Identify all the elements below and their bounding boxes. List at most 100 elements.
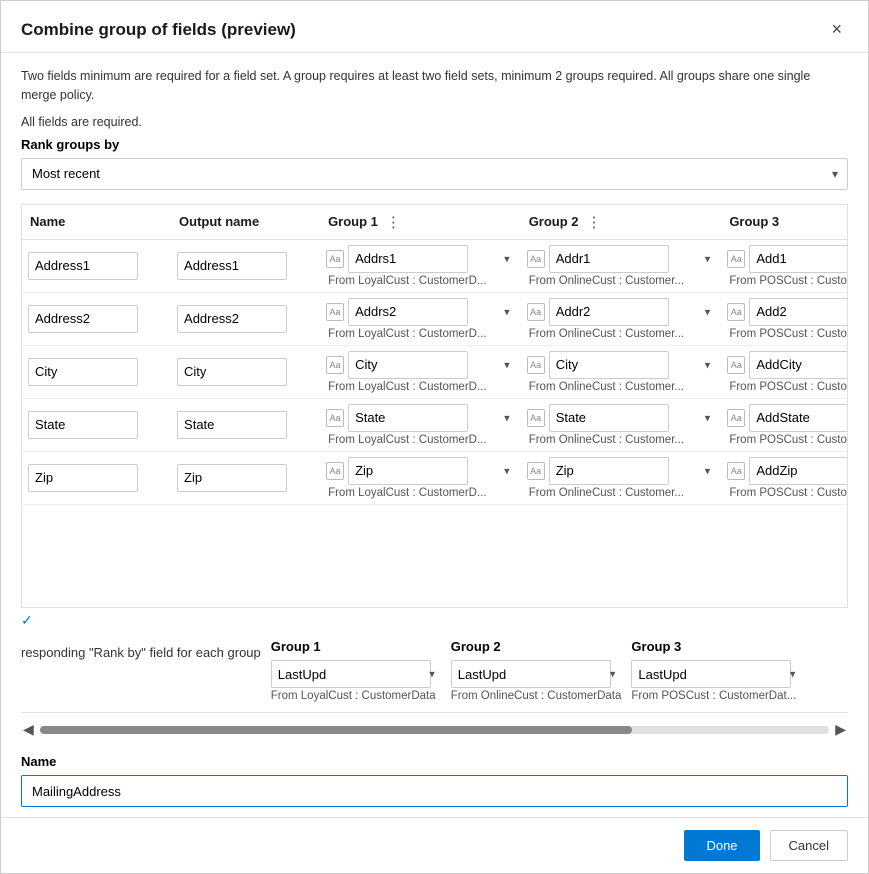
group3-select[interactable]: AddState bbox=[749, 404, 848, 432]
group3-select[interactable]: AddZip bbox=[749, 457, 848, 485]
group2-select[interactable]: State bbox=[549, 404, 669, 432]
group1-select[interactable]: State bbox=[348, 404, 468, 432]
scrollbar-track[interactable] bbox=[40, 726, 829, 734]
group2-select[interactable]: City bbox=[549, 351, 669, 379]
group3-select[interactable]: Add1 bbox=[749, 245, 848, 273]
table-row: AaAddrs2▾From LoyalCust : CustomerD...Aa… bbox=[22, 292, 848, 345]
group1-icon-box[interactable]: Aa bbox=[326, 356, 344, 374]
rank-group1-from: From LoyalCust : CustomerData bbox=[271, 690, 441, 702]
group3-cell: AaAdd2▾From POSCust : Custo... bbox=[721, 292, 848, 345]
rank-groups-select[interactable]: Most recent bbox=[21, 158, 848, 190]
group2-icon-box[interactable]: Aa bbox=[527, 250, 545, 268]
group3-icon-box[interactable]: Aa bbox=[727, 356, 745, 374]
group1-from-text: From LoyalCust : CustomerD... bbox=[326, 434, 515, 446]
description-text: Two fields minimum are required for a fi… bbox=[21, 67, 848, 105]
group3-icon-box[interactable]: Aa bbox=[727, 250, 745, 268]
output-name-field[interactable] bbox=[177, 464, 287, 492]
rank-group2-select[interactable]: LastUpd bbox=[451, 660, 611, 688]
name-field[interactable] bbox=[28, 305, 138, 333]
name-section: Name bbox=[1, 746, 868, 817]
group3-select[interactable]: AddCity bbox=[749, 351, 848, 379]
rank-label: Rank groups by bbox=[21, 137, 848, 152]
rank-group2-from: From OnlineCust : CustomerData bbox=[451, 690, 622, 702]
group3-icon-box[interactable]: Aa bbox=[727, 409, 745, 427]
cancel-button[interactable]: Cancel bbox=[770, 830, 848, 861]
dialog-title: Combine group of fields (preview) bbox=[21, 20, 296, 40]
name-cell bbox=[22, 239, 171, 292]
group2-icon-box[interactable]: Aa bbox=[527, 356, 545, 374]
output-name-cell bbox=[171, 345, 320, 398]
rank-group3-col: Group 3 LastUpd ▾ From POSCust : Custome… bbox=[631, 639, 801, 702]
rank-group1-select[interactable]: LastUpd bbox=[271, 660, 431, 688]
group1-select[interactable]: Zip bbox=[348, 457, 468, 485]
dialog-header: Combine group of fields (preview) × bbox=[1, 1, 868, 53]
group3-icon-box[interactable]: Aa bbox=[727, 462, 745, 480]
name-cell bbox=[22, 398, 171, 451]
output-name-cell bbox=[171, 451, 320, 504]
group2-from-text: From OnlineCust : Customer... bbox=[527, 487, 716, 499]
scrollbar-thumb[interactable] bbox=[40, 726, 632, 734]
group2-from-text: From OnlineCust : Customer... bbox=[527, 434, 716, 446]
rank-group2-select-wrapper: LastUpd ▾ bbox=[451, 660, 622, 688]
name-input[interactable] bbox=[21, 775, 848, 807]
group1-icon-box[interactable]: Aa bbox=[326, 462, 344, 480]
output-name-field[interactable] bbox=[177, 411, 287, 439]
group1-icon-box[interactable]: Aa bbox=[326, 409, 344, 427]
group1-select[interactable]: City bbox=[348, 351, 468, 379]
group1-icon-box[interactable]: Aa bbox=[326, 303, 344, 321]
output-name-field[interactable] bbox=[177, 358, 287, 386]
output-name-field[interactable] bbox=[177, 305, 287, 333]
rank-group1-select-wrapper: LastUpd ▾ bbox=[271, 660, 441, 688]
group2-cell: AaAddr1▾From OnlineCust : Customer... bbox=[521, 239, 722, 292]
group1-select[interactable]: Addrs2 bbox=[348, 298, 468, 326]
group2-cell: AaZip▾From OnlineCust : Customer... bbox=[521, 451, 722, 504]
rank-group3-header: Group 3 bbox=[631, 639, 801, 654]
name-cell bbox=[22, 451, 171, 504]
scroll-right-icon[interactable]: ▶ bbox=[833, 719, 848, 740]
output-name-field[interactable] bbox=[177, 252, 287, 280]
scroll-left-icon[interactable]: ◀ bbox=[21, 719, 36, 740]
group2-icon-box[interactable]: Aa bbox=[527, 303, 545, 321]
th-group2: Group 2 ⋮ bbox=[521, 205, 722, 240]
name-section-label: Name bbox=[21, 754, 848, 769]
group1-menu-button[interactable]: ⋮ bbox=[382, 213, 405, 231]
close-button[interactable]: × bbox=[825, 17, 848, 42]
group2-icon-box[interactable]: Aa bbox=[527, 409, 545, 427]
group3-from-text: From POSCust : Custo... bbox=[727, 328, 848, 340]
group2-select[interactable]: Zip bbox=[549, 457, 669, 485]
rank-select-wrapper: Most recent ▾ bbox=[21, 158, 848, 190]
name-field[interactable] bbox=[28, 358, 138, 386]
rank-group3-select[interactable]: LastUpd bbox=[631, 660, 791, 688]
group1-from-text: From LoyalCust : CustomerD... bbox=[326, 328, 515, 340]
group1-chevron-icon: ▾ bbox=[504, 464, 510, 477]
rank-group3-from: From POSCust : CustomerDat... bbox=[631, 690, 801, 702]
group2-menu-button[interactable]: ⋮ bbox=[583, 213, 606, 231]
group3-from-text: From POSCust : Custo... bbox=[727, 434, 848, 446]
group3-select[interactable]: Add2 bbox=[749, 298, 848, 326]
rank-group1-col: Group 1 LastUpd ▾ From LoyalCust : Custo… bbox=[271, 639, 441, 702]
group1-from-text: From LoyalCust : CustomerD... bbox=[326, 381, 515, 393]
group1-from-text: From LoyalCust : CustomerD... bbox=[326, 487, 515, 499]
name-field[interactable] bbox=[28, 252, 138, 280]
group2-icon-box[interactable]: Aa bbox=[527, 462, 545, 480]
group1-select[interactable]: Addrs1 bbox=[348, 245, 468, 273]
fields-table-scroll[interactable]: Name Output name Group 1 ⋮ bbox=[21, 204, 848, 609]
group2-cell: AaCity▾From OnlineCust : Customer... bbox=[521, 345, 722, 398]
rank-group3-select-wrapper: LastUpd ▾ bbox=[631, 660, 801, 688]
group2-select[interactable]: Addr2 bbox=[549, 298, 669, 326]
group1-icon-box[interactable]: Aa bbox=[326, 250, 344, 268]
dialog-body: Two fields minimum are required for a fi… bbox=[1, 53, 868, 629]
name-field[interactable] bbox=[28, 464, 138, 492]
group2-select[interactable]: Addr1 bbox=[549, 245, 669, 273]
group3-icon-box[interactable]: Aa bbox=[727, 303, 745, 321]
done-button[interactable]: Done bbox=[684, 830, 759, 861]
group2-from-text: From OnlineCust : Customer... bbox=[527, 381, 716, 393]
required-note: All fields are required. bbox=[21, 115, 848, 129]
combine-fields-dialog: Combine group of fields (preview) × Two … bbox=[0, 0, 869, 874]
output-name-cell bbox=[171, 292, 320, 345]
th-output-name: Output name bbox=[171, 205, 320, 240]
dialog-footer: Done Cancel bbox=[1, 817, 868, 873]
group1-cell: AaAddrs2▾From LoyalCust : CustomerD... bbox=[320, 292, 521, 345]
name-cell bbox=[22, 292, 171, 345]
name-field[interactable] bbox=[28, 411, 138, 439]
